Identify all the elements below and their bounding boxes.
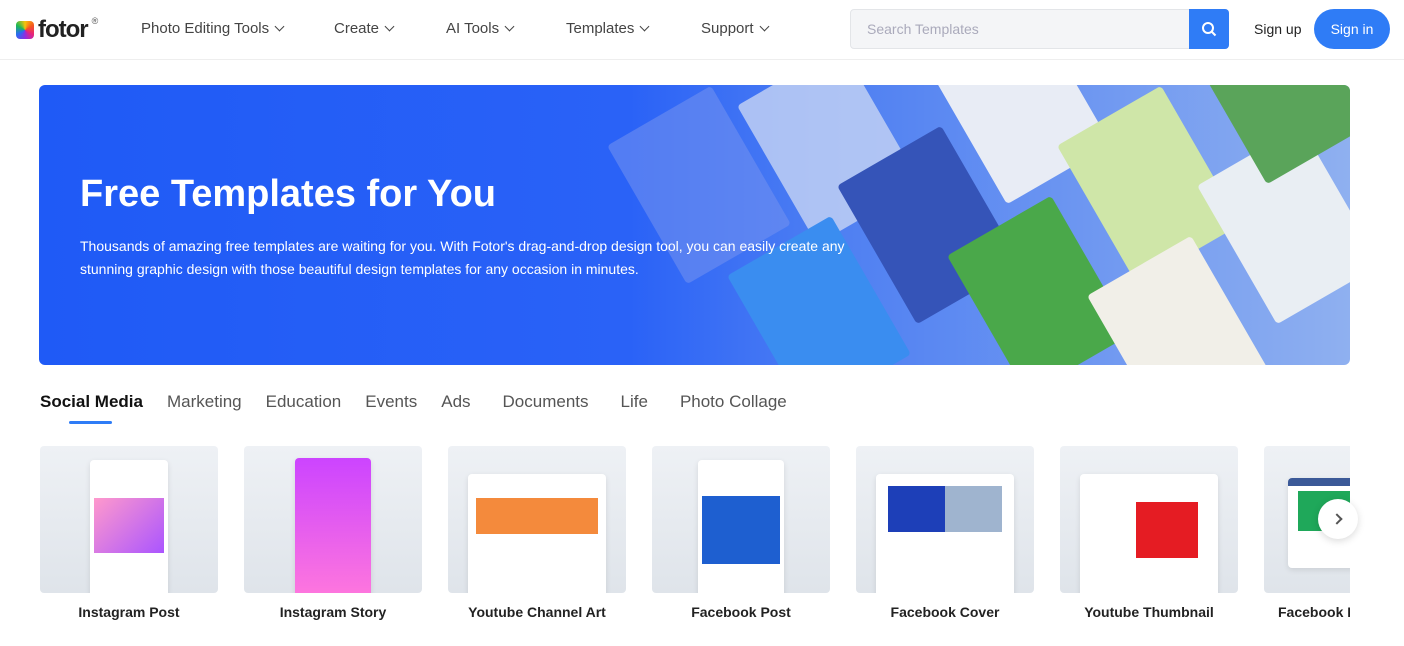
tab-photo-collage[interactable]: Photo Collage bbox=[680, 392, 787, 412]
template-card-youtube-thumbnail[interactable]: Youtube Thumbnail bbox=[1060, 446, 1238, 620]
hero-title: Free Templates for You bbox=[80, 173, 496, 215]
menu-photo-editing-tools[interactable]: Photo Editing Tools bbox=[141, 20, 285, 37]
card-label: Facebook Cover bbox=[890, 604, 1000, 620]
template-card-facebook-post[interactable]: Facebook Post bbox=[652, 446, 830, 620]
template-card-instagram-story[interactable]: Instagram Story bbox=[244, 446, 422, 620]
card-label: Facebook Post bbox=[691, 604, 791, 620]
menu-support[interactable]: Support bbox=[701, 20, 769, 37]
tab-documents[interactable]: Documents bbox=[503, 392, 589, 412]
tab-education[interactable]: Education bbox=[266, 392, 342, 412]
search-bar bbox=[850, 9, 1229, 49]
chevron-right-icon bbox=[1330, 513, 1343, 525]
tab-marketing[interactable]: Marketing bbox=[167, 392, 242, 412]
fotor-logo[interactable]: fotor ® bbox=[16, 16, 98, 44]
card-thumbnail bbox=[1060, 446, 1238, 593]
card-label: Youtube Channel Art bbox=[468, 604, 606, 620]
menu-label: Templates bbox=[566, 20, 635, 37]
card-thumbnail bbox=[40, 446, 218, 593]
category-tabs: Social Media Marketing Education Events … bbox=[40, 392, 811, 424]
card-label: Youtube Thumbnail bbox=[1084, 604, 1214, 620]
menu-label: Photo Editing Tools bbox=[141, 20, 270, 37]
carousel-next-button[interactable] bbox=[1318, 499, 1358, 539]
card-thumbnail bbox=[244, 446, 422, 593]
hero-description: Thousands of amazing free templates are … bbox=[80, 238, 845, 277]
card-thumbnail bbox=[448, 446, 626, 593]
search-input[interactable] bbox=[851, 10, 1189, 48]
sign-in-button[interactable]: Sign in bbox=[1314, 9, 1390, 49]
chevron-down-icon bbox=[639, 21, 650, 32]
search-icon bbox=[1202, 22, 1217, 37]
menu-label: AI Tools bbox=[446, 20, 500, 37]
menu-label: Create bbox=[334, 20, 380, 37]
logo-text: fotor bbox=[38, 16, 89, 43]
tab-events[interactable]: Events bbox=[365, 392, 417, 412]
chevron-down-icon bbox=[759, 21, 769, 32]
search-button[interactable] bbox=[1189, 9, 1229, 49]
registered-mark: ® bbox=[91, 16, 99, 26]
template-card-instagram-post[interactable]: Instagram Post bbox=[40, 446, 218, 620]
card-thumbnail bbox=[652, 446, 830, 593]
logo-icon bbox=[16, 21, 34, 39]
menu-create[interactable]: Create bbox=[334, 20, 395, 37]
card-label: Facebook Banner bbox=[1278, 604, 1350, 620]
card-label: Instagram Story bbox=[279, 604, 387, 620]
tab-ads[interactable]: Ads bbox=[441, 392, 470, 412]
menu-templates[interactable]: Templates bbox=[566, 20, 650, 37]
chevron-down-icon bbox=[384, 21, 395, 32]
template-card-facebook-cover[interactable]: Facebook Cover bbox=[856, 446, 1034, 620]
card-thumbnail bbox=[856, 446, 1034, 593]
top-nav: fotor ® Photo Editing Tools Create AI Too… bbox=[0, 0, 1404, 60]
tab-life[interactable]: Life bbox=[621, 392, 648, 412]
chevron-down-icon bbox=[504, 21, 515, 32]
sign-up-link[interactable]: Sign up bbox=[1254, 21, 1301, 37]
menu-label: Support bbox=[701, 20, 754, 37]
template-card-youtube-channel-art[interactable]: Youtube Channel Art bbox=[448, 446, 626, 620]
hero-banner: Free Templates for You Thousands of amaz… bbox=[39, 85, 1350, 365]
menu-ai-tools[interactable]: AI Tools bbox=[446, 20, 515, 37]
tab-social-media[interactable]: Social Media bbox=[40, 392, 143, 424]
chevron-down-icon bbox=[274, 21, 285, 32]
card-label: Instagram Post bbox=[78, 604, 180, 620]
